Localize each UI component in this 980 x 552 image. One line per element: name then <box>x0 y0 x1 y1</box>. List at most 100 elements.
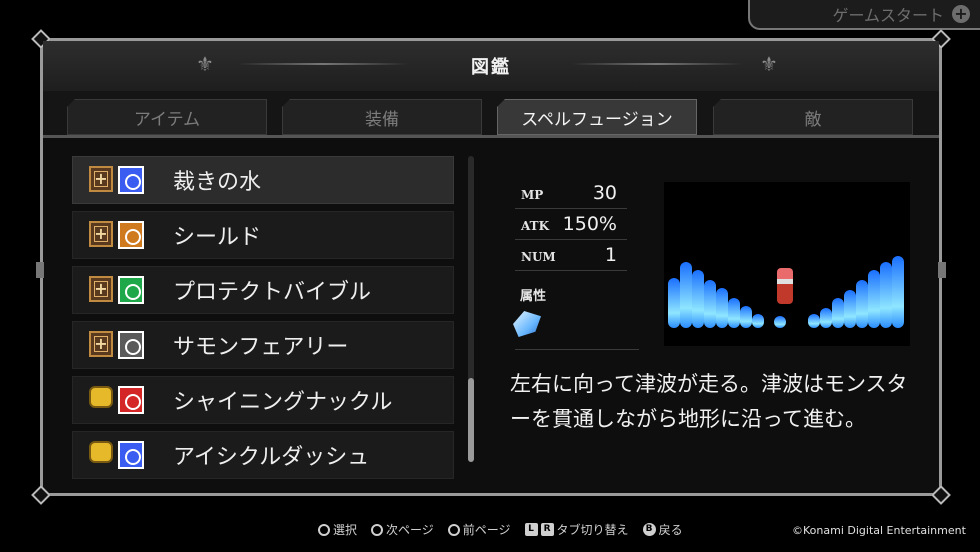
tab-enemies[interactable]: 敵 <box>713 99 913 135</box>
wave-flame <box>808 314 820 328</box>
fist-icon <box>89 386 113 408</box>
spell-description: 左右に向って津波が走る。津波はモンスターを貫通しながら地形に沿って進む。 <box>510 372 908 431</box>
item-icons <box>73 331 173 359</box>
tab-items[interactable]: アイテム <box>67 99 267 135</box>
tab-equipment[interactable]: 装備 <box>282 99 482 135</box>
b-button-icon: B <box>642 523 656 536</box>
l-button-icon: L <box>524 523 538 536</box>
hint-next-page: 次ページ <box>371 521 434 538</box>
game-start-label: ゲームスタート <box>832 6 944 25</box>
scrollbar-thumb[interactable] <box>468 378 474 462</box>
item-icons <box>73 221 173 249</box>
wave-flame <box>832 298 844 328</box>
divider <box>515 349 639 350</box>
item-icons <box>73 386 173 414</box>
wave-flame <box>844 290 856 328</box>
hero-sprite <box>777 268 793 304</box>
stat-key: NUM <box>521 250 556 264</box>
attribute-label: 属性 <box>520 289 547 304</box>
hint-select: 選択 <box>318 521 357 538</box>
hint-label: 前ページ <box>462 523 511 537</box>
game-start-tab[interactable]: ゲームスタート + <box>748 0 980 30</box>
list-item[interactable]: 裁きの水 <box>72 156 454 204</box>
stat-value: 1 <box>604 244 617 266</box>
wave-flame <box>704 280 716 328</box>
spell-list: 裁きの水 シールド プロテクトバイブル サモンフェアリー シャイニングナックル <box>72 156 454 486</box>
orange-spell-icon <box>118 221 144 249</box>
wave-flame <box>774 316 786 328</box>
stick-icon <box>318 523 330 536</box>
wave-flame <box>892 256 904 328</box>
list-item[interactable]: シャイニングナックル <box>72 376 454 424</box>
list-item[interactable]: プロテクトバイブル <box>72 266 454 314</box>
list-item-label: サモンフェアリー <box>173 335 349 360</box>
cross-book-icon <box>89 276 113 302</box>
hint-label: タブ切り替え <box>556 523 629 537</box>
blue-spell-icon <box>118 166 144 194</box>
fleur-ornament-icon: ⚜ <box>196 52 214 76</box>
tab-underline <box>43 135 939 138</box>
item-icons <box>73 276 173 304</box>
hint-label: 次ページ <box>386 523 434 537</box>
wave-flame <box>668 278 680 328</box>
list-item-label: シャイニングナックル <box>173 390 393 415</box>
cross-book-icon <box>89 221 113 247</box>
wave-flame <box>680 262 692 328</box>
item-icons <box>73 166 173 194</box>
title-ornament-line <box>572 63 742 65</box>
hint-label: 選択 <box>333 523 358 537</box>
hint-prev-page: 前ページ <box>447 521 511 538</box>
wave-flame <box>740 306 752 328</box>
blue-spell-icon <box>118 441 144 469</box>
stat-value: 150% <box>562 213 617 235</box>
frame-side-notch <box>36 262 44 278</box>
wave-flame <box>856 280 868 328</box>
stat-value: 30 <box>592 182 617 204</box>
stat-row-mp: MP 30 <box>515 178 627 209</box>
stick-icon <box>447 523 460 536</box>
cross-book-icon <box>89 166 113 192</box>
list-item-label: シールド <box>173 225 262 250</box>
copyright-text: ©Konami Digital Entertainment <box>792 524 966 537</box>
wave-flame <box>752 314 764 328</box>
gray-spell-icon <box>118 331 144 359</box>
wave-flame <box>868 270 880 328</box>
title-bar: 図鑑 <box>43 41 939 91</box>
wave-flame <box>692 270 704 328</box>
stick-icon <box>371 523 384 536</box>
list-item[interactable]: アイシクルダッシュ <box>72 431 454 479</box>
item-icons <box>73 441 173 469</box>
title-ornament-line <box>238 63 408 65</box>
stat-row-atk: ATK 150% <box>515 209 627 240</box>
list-item-label: プロテクトバイブル <box>173 280 372 305</box>
tab-label: 敵 <box>804 109 822 130</box>
wave-flame <box>820 308 832 328</box>
cross-book-icon <box>89 331 113 357</box>
list-item-label: アイシクルダッシュ <box>173 445 370 470</box>
tab-label: 装備 <box>365 109 399 130</box>
red-spell-icon <box>118 386 144 414</box>
tab-label: アイテム <box>133 109 201 130</box>
button-guide: 選択 次ページ 前ページ L R タブ切り替え B 戻る <box>318 521 683 538</box>
list-item-label: 裁きの水 <box>173 170 262 195</box>
hint-back: B 戻る <box>642 521 683 538</box>
list-item[interactable]: サモンフェアリー <box>72 321 454 369</box>
r-button-icon: R <box>540 523 554 536</box>
list-item[interactable]: シールド <box>72 211 454 259</box>
stat-row-num: NUM 1 <box>515 240 627 271</box>
stat-key: MP <box>521 188 544 202</box>
spell-stats: MP 30 ATK 150% NUM 1 <box>515 178 627 271</box>
hint-label: 戻る <box>658 523 683 537</box>
stat-key: ATK <box>521 219 550 233</box>
plus-icon: + <box>952 5 970 23</box>
tab-label: スペルフュージョン <box>521 109 673 130</box>
fleur-ornament-icon: ⚜ <box>760 52 778 76</box>
green-spell-icon <box>118 276 144 304</box>
wave-flame <box>728 298 740 328</box>
page-title: 図鑑 <box>471 57 511 78</box>
frame-side-notch <box>938 262 946 278</box>
hint-switch-tab: L R タブ切り替え <box>524 521 629 538</box>
wave-flame <box>880 262 892 328</box>
tab-spell-fusion[interactable]: スペルフュージョン <box>497 99 697 135</box>
spell-preview <box>664 182 910 346</box>
